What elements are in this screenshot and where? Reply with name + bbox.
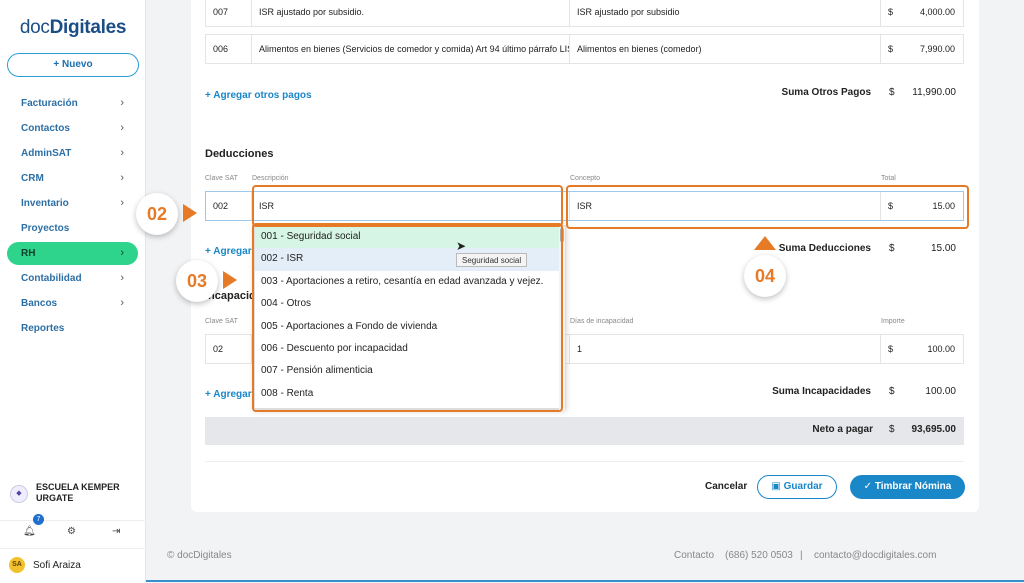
sidebar-item-facturacion[interactable]: Facturación › [0, 91, 146, 116]
sidebar-item-contabilidad[interactable]: Contabilidad › [0, 266, 146, 291]
concepto-cell[interactable]: Alimentos en bienes (comedor) [570, 35, 881, 63]
deduction-clave-field[interactable]: 002 [206, 192, 252, 220]
arrow-up-icon [754, 236, 776, 250]
sidebar-item-crm[interactable]: CRM › [0, 166, 146, 191]
sum-incapacities-label: Suma Incapacidades [772, 386, 871, 397]
column-header-clave: Clave SAT [205, 318, 238, 325]
chevron-right-icon: › [120, 272, 124, 284]
clave-cell[interactable]: 006 [206, 35, 252, 63]
incapacity-clave-field[interactable]: 02 [206, 335, 252, 363]
gear-icon[interactable]: ⚙ [67, 526, 76, 537]
divider [205, 461, 964, 462]
sidebar-item-contactos[interactable]: Contactos › [0, 116, 146, 141]
add-other-payments-link[interactable]: + Agregar otros pagos [205, 90, 312, 101]
footer-contact-label: Contacto [674, 550, 715, 561]
deductions-title: Deducciones [205, 148, 274, 160]
clave-cell[interactable]: 007 [206, 0, 252, 26]
stamp-payroll-button[interactable]: ✓ Timbrar Nómina [850, 475, 965, 499]
sidebar-item-inventario[interactable]: Inventario › [0, 191, 146, 216]
add-deduction-link[interactable]: + Agregar [205, 246, 252, 257]
column-header-concepto: Concepto [570, 175, 600, 182]
column-header-clave: Clave SAT [205, 175, 238, 182]
logout-icon[interactable]: ⇥ [112, 526, 120, 537]
column-header-descripcion: Descripción [252, 175, 289, 182]
column-header-importe: Importe [881, 318, 905, 325]
sum-other-payments-value: 11,990.00 [912, 87, 956, 98]
chevron-right-icon: › [120, 297, 124, 309]
annotation-step-02: 02 [136, 193, 178, 235]
chevron-right-icon: › [120, 97, 124, 109]
total-cell[interactable]: $7,990.00 [881, 35, 963, 63]
incapacity-days-field[interactable]: 1 [570, 335, 881, 363]
save-button[interactable]: ▣ Guardar [757, 475, 837, 499]
concepto-cell[interactable]: ISR ajustado por subsidio [570, 0, 881, 26]
annotation-highlight-dropdown [252, 223, 563, 412]
net-pay-value: 93,695.00 [911, 424, 957, 435]
annotation-highlight-concept [566, 185, 969, 229]
net-pay-label: Neto a pagar [812, 424, 873, 435]
add-incapacity-link[interactable]: + Agregar [205, 389, 252, 400]
footer-email[interactable]: contacto@docdigitales.com [814, 550, 936, 561]
annotation-highlight-description [252, 185, 563, 227]
cancel-button[interactable]: Cancelar [705, 481, 747, 492]
organization-logo: ◆ [10, 485, 28, 503]
check-circle-icon: ✓ [863, 481, 875, 492]
sidebar-nav: Facturación › Contactos › AdminSAT › CRM › I… [0, 91, 146, 341]
sum-other-payments-label: Suma Otros Pagos [781, 87, 871, 98]
arrow-right-icon [183, 204, 197, 222]
chevron-right-icon: › [120, 122, 124, 134]
table-row: 006 Alimentos en bienes (Servicios de co… [205, 34, 964, 64]
sidebar-icon-row: 🔔︎ ⚙ ⇥ [0, 520, 146, 542]
save-icon: ▣ [771, 481, 784, 492]
user-name: Sofi Araiza [33, 560, 81, 571]
footer-copyright: © docDigitales [167, 550, 232, 561]
footer-phone[interactable]: (686) 520 0503 [725, 550, 793, 561]
notification-badge: 7 [33, 514, 44, 525]
footer-divider [146, 580, 1024, 582]
footer-separator: | [800, 550, 803, 561]
total-cell[interactable]: $4,000.00 [881, 0, 963, 26]
organization-switcher[interactable]: ◆ ESCUELA KEMPER URGATE [0, 478, 146, 514]
column-header-dias: Días de incapacidad [570, 318, 634, 325]
descripcion-cell[interactable]: Alimentos en bienes (Servicios de comedo… [252, 35, 570, 63]
organization-name: ESCUELA KEMPER URGATE [36, 482, 120, 503]
bell-icon[interactable]: 🔔︎ [23, 526, 36, 537]
incapacity-amount-field[interactable]: $100.00 [881, 335, 963, 363]
annotation-step-04: 04 [744, 255, 786, 297]
sidebar-item-reportes[interactable]: Reportes [0, 316, 146, 341]
table-row: 007 ISR ajustado por subsidio. ISR ajust… [205, 0, 964, 27]
sum-incapacities-value: 100.00 [925, 386, 956, 397]
column-header-total: Total [881, 175, 896, 182]
annotation-step-03: 03 [176, 260, 218, 302]
sidebar-item-bancos[interactable]: Bancos › [0, 291, 146, 316]
sidebar: docDigitales + Nuevo Facturación › Contac… [0, 0, 146, 583]
arrow-right-icon [223, 271, 237, 289]
avatar: SA [9, 557, 25, 573]
descripcion-cell[interactable]: ISR ajustado por subsidio. [252, 0, 570, 26]
new-button[interactable]: + Nuevo [7, 53, 139, 77]
user-profile[interactable]: SA Sofi Araiza [0, 548, 146, 583]
sidebar-item-proyectos[interactable]: Proyectos [0, 216, 146, 241]
sidebar-item-rh[interactable]: RH › [7, 242, 138, 265]
chevron-right-icon: › [120, 172, 124, 184]
footer: © docDigitales Contacto (686) 520 0503 |… [146, 530, 1024, 583]
chevron-right-icon: › [120, 197, 124, 209]
docdigitales-logo[interactable]: docDigitales [0, 17, 146, 39]
sum-deductions-value: 15.00 [930, 243, 956, 254]
sidebar-item-adminsat[interactable]: AdminSAT › [0, 141, 146, 166]
chevron-right-icon: › [120, 147, 124, 159]
chevron-right-icon: › [120, 247, 124, 259]
